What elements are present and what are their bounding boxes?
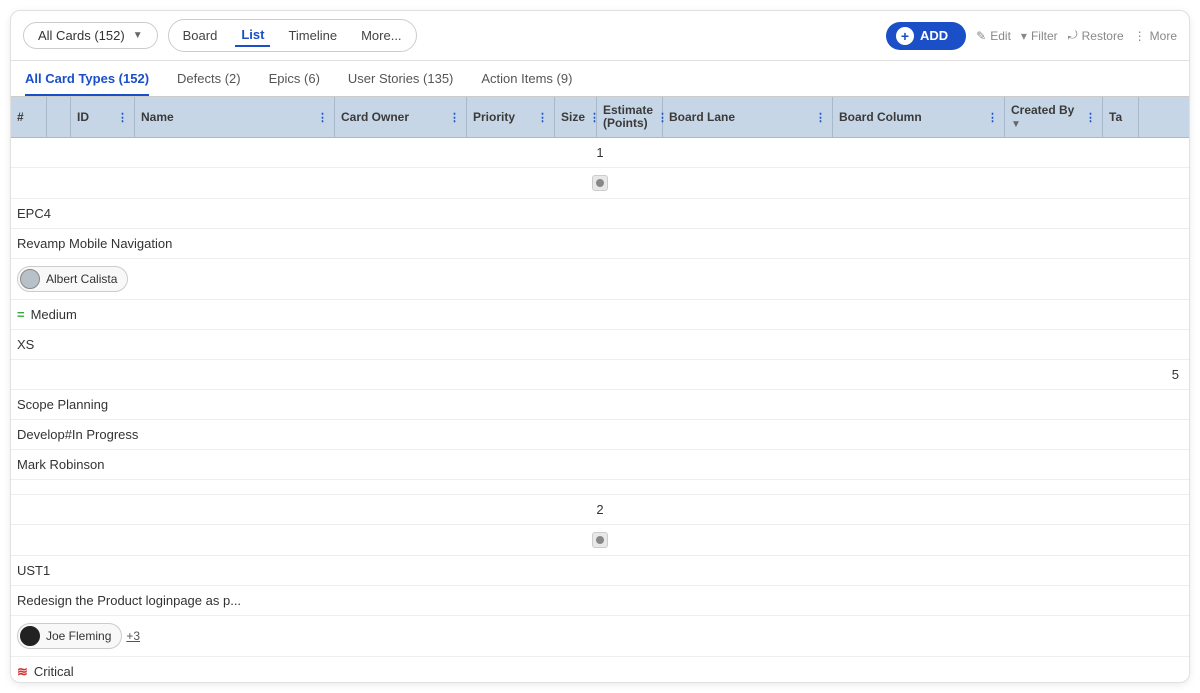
tab-epics[interactable]: Epics (6) xyxy=(269,71,320,96)
cell-owner[interactable]: Joe Fleming +3 xyxy=(11,616,1189,657)
col-menu-icon[interactable]: ⋮ xyxy=(449,111,460,124)
col-menu-icon[interactable]: ⋮ xyxy=(987,111,998,124)
col-menu-icon[interactable]: ⋮ xyxy=(117,111,128,124)
owner-name: Albert Calista xyxy=(46,272,117,286)
restore-icon: ⤾ xyxy=(1068,28,1078,43)
priority-icon: = xyxy=(17,308,25,321)
col-menu-icon[interactable]: ⋮ xyxy=(317,111,328,124)
card-type-icon xyxy=(592,532,608,548)
tab-all-card-types[interactable]: All Card Types (152) xyxy=(25,71,149,96)
col-estimate[interactable]: Estimate (Points)⋮ xyxy=(597,97,663,137)
view-tab-more[interactable]: More... xyxy=(355,25,407,46)
owner-name: Joe Fleming xyxy=(46,629,111,643)
avatar xyxy=(20,626,40,646)
col-menu-icon[interactable]: ⋮ xyxy=(537,111,548,124)
cell-owner[interactable]: Albert Calista xyxy=(11,259,1189,300)
col-lane[interactable]: Board Lane⋮ xyxy=(663,97,833,137)
tab-action-items[interactable]: Action Items (9) xyxy=(481,71,572,96)
view-tab-board[interactable]: Board xyxy=(177,25,224,46)
cell-type-icon xyxy=(11,525,1189,556)
cell-column[interactable]: Develop#In Progress xyxy=(11,420,1189,450)
view-tab-timeline[interactable]: Timeline xyxy=(282,25,343,46)
cell-priority[interactable]: ≋ Critical xyxy=(11,657,1189,683)
col-size[interactable]: Size⋮ xyxy=(555,97,597,137)
more-icon: ⋮ xyxy=(1134,29,1146,43)
edit-button[interactable]: ✎ Edit xyxy=(976,29,1011,43)
more-label: More xyxy=(1150,29,1177,43)
cell-createdby[interactable]: Mark Robinson xyxy=(11,450,1189,480)
col-num[interactable]: # xyxy=(11,97,47,137)
owner-pill[interactable]: Joe Fleming xyxy=(17,623,122,649)
restore-label: Restore xyxy=(1082,29,1124,43)
cell-type-icon xyxy=(11,168,1189,199)
cell-name[interactable]: Revamp Mobile Navigation xyxy=(11,229,1189,259)
sort-icon: ▼ xyxy=(1011,119,1021,130)
priority-label: Critical xyxy=(34,664,74,679)
col-column[interactable]: Board Column⋮ xyxy=(833,97,1005,137)
cell-size[interactable]: XS xyxy=(11,330,1189,360)
col-tags[interactable]: Ta xyxy=(1103,97,1139,137)
cell-num: 1 xyxy=(11,138,1189,168)
edit-label: Edit xyxy=(990,29,1011,43)
add-button[interactable]: + ADD xyxy=(886,22,966,50)
cell-name[interactable]: Redesign the Product loginpage as p... xyxy=(11,586,1189,616)
owner-extra[interactable]: +3 xyxy=(126,629,140,643)
col-owner[interactable]: Card Owner⋮ xyxy=(335,97,467,137)
cell-lane[interactable]: Scope Planning xyxy=(11,390,1189,420)
priority-icon: ≋ xyxy=(17,665,28,678)
view-tab-list[interactable]: List xyxy=(235,24,270,47)
card-filter-label: All Cards (152) xyxy=(38,28,125,43)
table-body: 1 EPC4Revamp Mobile Navigation Albert Cali… xyxy=(11,138,1189,683)
filter-button[interactable]: ▾ Filter xyxy=(1021,29,1058,43)
col-type[interactable] xyxy=(47,97,71,137)
card-type-tabs: All Card Types (152) Defects (2) Epics (… xyxy=(11,61,1189,97)
tab-user-stories[interactable]: User Stories (135) xyxy=(348,71,453,96)
restore-button[interactable]: ⤾ Restore xyxy=(1068,28,1124,43)
more-button[interactable]: ⋮ More xyxy=(1134,29,1177,43)
priority-label: Medium xyxy=(31,307,77,322)
cell-priority[interactable]: = Medium xyxy=(11,300,1189,330)
table-header: # ID⋮ Name⋮ Card Owner⋮ Priority⋮ Size⋮ … xyxy=(11,97,1189,138)
filter-icon: ▾ xyxy=(1021,29,1027,43)
chevron-down-icon: ▼ xyxy=(133,30,143,41)
add-button-label: ADD xyxy=(920,28,948,43)
col-name[interactable]: Name⋮ xyxy=(135,97,335,137)
card-filter-dropdown[interactable]: All Cards (152) ▼ xyxy=(23,22,158,49)
col-id[interactable]: ID⋮ xyxy=(71,97,135,137)
plus-icon: + xyxy=(896,27,914,45)
owner-pill[interactable]: Albert Calista xyxy=(17,266,128,292)
cell-num: 2 xyxy=(11,495,1189,525)
cell-id[interactable]: EPC4 xyxy=(11,199,1189,229)
filter-label: Filter xyxy=(1031,29,1058,43)
avatar xyxy=(20,269,40,289)
card-type-icon xyxy=(592,175,608,191)
col-createdby[interactable]: Created By ▼⋮ xyxy=(1005,97,1103,137)
col-menu-icon[interactable]: ⋮ xyxy=(815,111,826,124)
view-switcher: Board List Timeline More... xyxy=(168,19,417,52)
cell-tags[interactable] xyxy=(11,480,1189,495)
col-menu-icon[interactable]: ⋮ xyxy=(1085,111,1096,124)
edit-icon: ✎ xyxy=(976,29,986,43)
tab-defects[interactable]: Defects (2) xyxy=(177,71,241,96)
cell-estimate[interactable]: 5 xyxy=(11,360,1189,390)
cell-id[interactable]: UST1 xyxy=(11,556,1189,586)
col-priority[interactable]: Priority⋮ xyxy=(467,97,555,137)
